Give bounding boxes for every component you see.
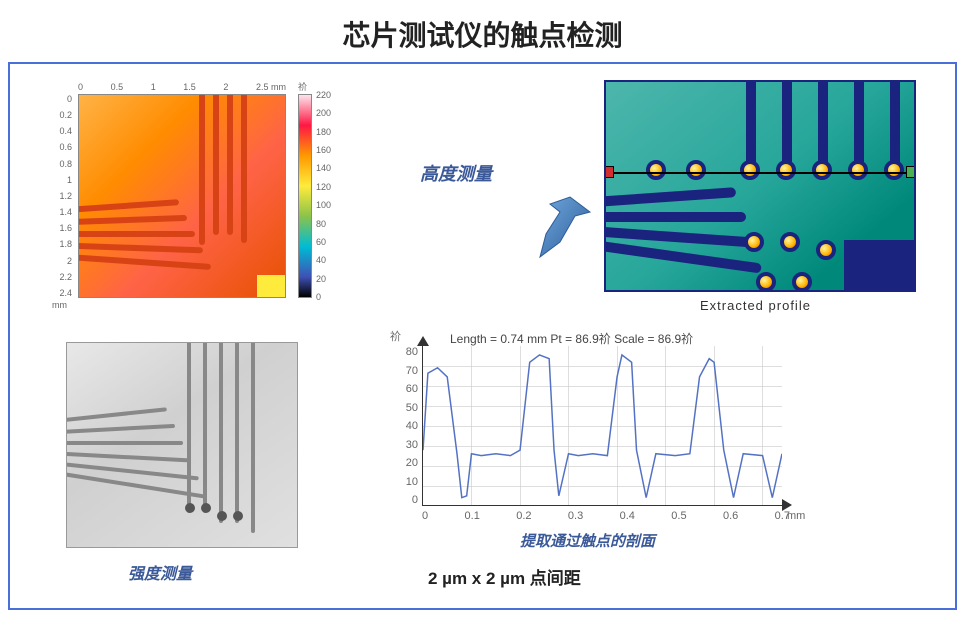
extracted-profile-label: Extracted profile	[700, 298, 811, 313]
y-tick: 0	[50, 94, 72, 104]
px-tick: 0.6	[723, 510, 738, 522]
y-tick: 1.8	[50, 239, 72, 249]
py-tick: 60	[400, 383, 418, 395]
cb-tick: 220	[316, 90, 331, 100]
py-tick: 30	[400, 439, 418, 451]
cb-tick: 40	[316, 255, 331, 265]
cb-tick: 180	[316, 127, 331, 137]
px-tick: 0	[422, 510, 428, 522]
colorbar	[298, 94, 312, 298]
intensity-label: 强度测量	[128, 560, 192, 584]
x-tick: 0.5	[111, 82, 124, 92]
height-measure-label: 高度测量	[420, 160, 492, 186]
heatmap-x-axis: 0 0.5 1 1.5 2 2.5 mm	[78, 82, 286, 92]
cb-tick: 60	[316, 237, 331, 247]
main-panel: 祄 0 0.5 1 1.5 2 2.5 mm 0 0.2 0.4 0.6 0.8…	[8, 62, 957, 610]
heatmap-panel: 祄 0 0.5 1 1.5 2 2.5 mm 0 0.2 0.4 0.6 0.8…	[50, 82, 340, 312]
profile-y-axis: 80 70 60 50 40 30 20 10 0	[400, 346, 418, 506]
px-tick: 0.2	[516, 510, 531, 522]
px-tick: 0.5	[671, 510, 686, 522]
cb-tick: 120	[316, 182, 331, 192]
profile-header: Length = 0.74 mm Pt = 86.9祄 Scale = 86.9…	[450, 330, 693, 347]
heightmap-image	[604, 80, 916, 292]
y-tick: 1.2	[50, 191, 72, 201]
x-tick: 1	[151, 82, 156, 92]
px-tick: 0.4	[620, 510, 635, 522]
profile-handle-right[interactable]	[906, 166, 916, 178]
intensity-image	[66, 342, 298, 548]
y-tick: 0.8	[50, 159, 72, 169]
py-tick: 40	[400, 420, 418, 432]
page-title: 芯片测试仪的触点检测	[0, 0, 965, 62]
px-tick: 0.1	[465, 510, 480, 522]
py-tick: 80	[400, 346, 418, 358]
profile-plot-area	[422, 346, 782, 506]
profile-caption: 提取通过触点的剖面	[520, 530, 655, 551]
profile-line-plot	[423, 346, 782, 505]
heatmap-image	[78, 94, 286, 298]
cb-tick: 0	[316, 292, 331, 302]
x-tick: 2	[223, 82, 228, 92]
colorbar-unit: 祄	[298, 80, 307, 93]
profile-y-unit: 祄	[390, 328, 401, 344]
cb-tick: 80	[316, 219, 331, 229]
x-tick: 1.5	[183, 82, 196, 92]
y-tick: 2.4	[50, 288, 72, 298]
profile-x-unit: mm	[787, 510, 805, 522]
heatmap-y-axis: 0 0.2 0.4 0.6 0.8 1 1.2 1.4 1.6 1.8 2 2.…	[50, 94, 72, 298]
cb-tick: 160	[316, 145, 331, 155]
y-arrow-icon	[417, 336, 429, 348]
py-tick: 70	[400, 365, 418, 377]
cb-tick: 200	[316, 108, 331, 118]
y-tick: 2	[50, 256, 72, 266]
profile-x-axis: 0 0.1 0.2 0.3 0.4 0.5 0.6 0.7	[422, 510, 790, 522]
x-tick: 0	[78, 82, 83, 92]
py-tick: 0	[400, 494, 418, 506]
y-tick: 1.6	[50, 223, 72, 233]
profile-handle-left[interactable]	[604, 166, 614, 178]
profile-chart: 祄 Length = 0.74 mm Pt = 86.9祄 Scale = 86…	[382, 330, 802, 535]
heatmap-y-unit: mm	[52, 300, 67, 310]
y-tick: 0.6	[50, 142, 72, 152]
y-tick: 0.4	[50, 126, 72, 136]
cb-tick: 20	[316, 274, 331, 284]
cb-tick: 100	[316, 200, 331, 210]
y-tick: 0.2	[50, 110, 72, 120]
py-tick: 50	[400, 402, 418, 414]
x-tick: 2.5 mm	[256, 82, 286, 92]
py-tick: 10	[400, 476, 418, 488]
y-tick: 2.2	[50, 272, 72, 282]
y-tick: 1.4	[50, 207, 72, 217]
px-tick: 0.3	[568, 510, 583, 522]
arrow-icon	[520, 192, 600, 262]
spacing-label: 2 µm x 2 µm 点间距	[428, 564, 581, 589]
profile-line[interactable]	[606, 172, 914, 174]
y-tick: 1	[50, 175, 72, 185]
colorbar-ticks: 220 200 180 160 140 120 100 80 60 40 20 …	[316, 90, 331, 302]
cb-tick: 140	[316, 163, 331, 173]
py-tick: 20	[400, 457, 418, 469]
